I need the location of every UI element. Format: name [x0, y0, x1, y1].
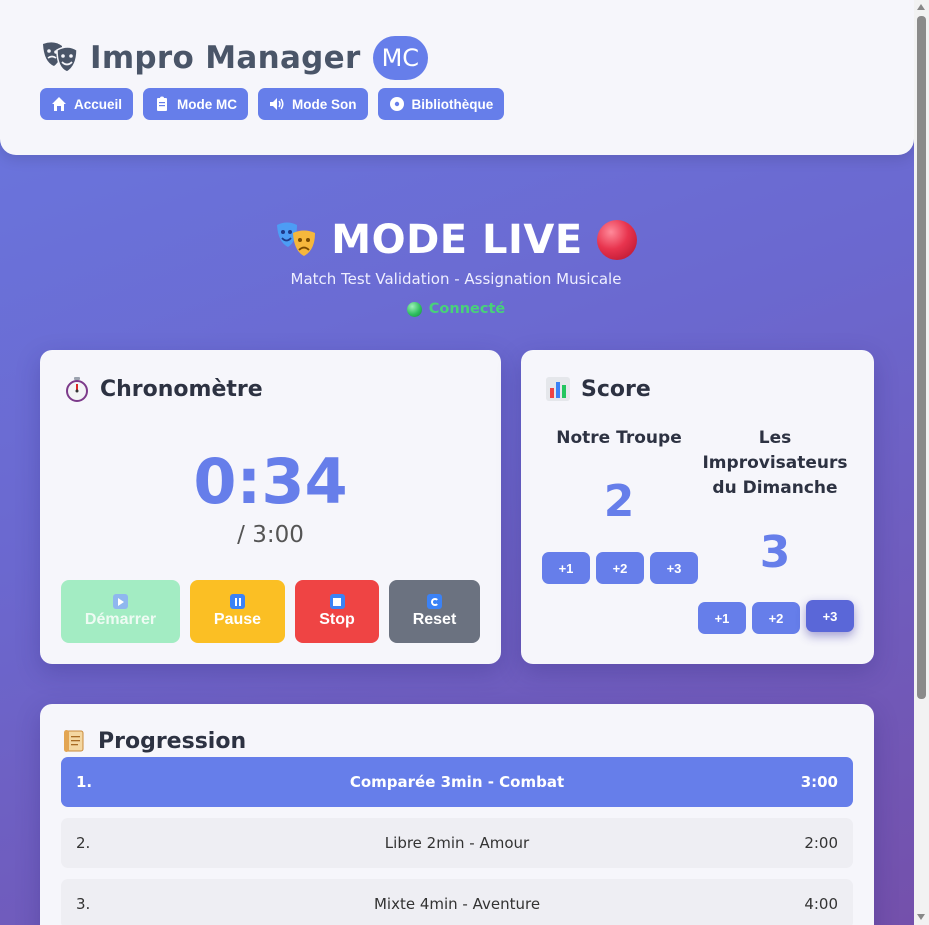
elapsed-time: 0:34 — [193, 445, 348, 518]
team-a-plus-3-button[interactable]: +3 — [650, 552, 698, 584]
chrono-card: Chronomètre 0:34 / 3:00 Démarrer Pause S… — [40, 350, 501, 664]
team-a-plus-1-button[interactable]: +1 — [542, 552, 590, 584]
reset-button[interactable]: Reset — [389, 580, 480, 643]
disc-icon — [389, 97, 404, 111]
nav-mode-mc-button[interactable]: Mode MC — [143, 88, 249, 120]
progression-item[interactable]: 3. Mixte 4min - Aventure 4:00 — [61, 879, 853, 925]
start-button[interactable]: Démarrer — [61, 580, 180, 643]
item-number: 3. — [76, 895, 91, 913]
theater-masks-icon — [277, 222, 316, 256]
clipboard-icon — [157, 96, 168, 111]
team-b-plus-3-button[interactable]: +3 — [806, 600, 854, 632]
reset-label: Reset — [412, 611, 457, 628]
app-header: Impro Manager MC Accueil Mode MC Mode So… — [0, 0, 914, 155]
live-title: MODE LIVE — [331, 217, 583, 263]
connection-label: Connecté — [428, 301, 506, 317]
team-a-points: +1 +2 +3 — [542, 552, 698, 584]
score-title-label: Score — [581, 376, 651, 402]
live-banner: MODE LIVE Match Test Validation - Assign… — [20, 195, 892, 317]
chrono-title-label: Chronomètre — [100, 376, 263, 402]
progression-title-label: Progression — [98, 728, 247, 754]
match-subtitle: Match Test Validation - Assignation Musi… — [290, 270, 622, 288]
stopwatch-icon — [66, 377, 88, 402]
theater-masks-icon — [43, 42, 78, 73]
team-b-score: 3 — [759, 527, 791, 578]
page-scrollbar[interactable] — [914, 0, 929, 925]
item-duration: 4:00 — [804, 895, 838, 913]
score-card: Score Notre Troupe 2 +1 +2 +3 Les Improv… — [521, 350, 874, 664]
stop-label: Stop — [319, 611, 355, 628]
scrollbar-thumb[interactable] — [917, 16, 926, 699]
nav-label: Mode Son — [292, 96, 357, 112]
total-time: / 3:00 — [237, 522, 304, 548]
team-a: Notre Troupe 2 — [541, 426, 697, 527]
nav-mode-son-button[interactable]: Mode Son — [258, 88, 368, 120]
scroll-icon — [64, 730, 84, 752]
item-number: 1. — [76, 773, 93, 791]
pause-icon — [230, 594, 245, 609]
team-b-name: Les Improvisateurs du Dimanche — [702, 428, 848, 498]
connection-status: Connecté — [20, 301, 892, 317]
brand: Impro Manager MC — [40, 36, 429, 80]
bar-chart-icon — [546, 377, 570, 401]
live-title-row: MODE LIVE — [20, 217, 892, 263]
pause-label: Pause — [213, 611, 262, 628]
app-title: Impro Manager — [90, 40, 361, 76]
stop-button[interactable]: Stop — [295, 580, 379, 643]
progression-item[interactable]: 2. Libre 2min - Amour 2:00 — [61, 818, 853, 868]
red-circle-icon — [596, 220, 637, 260]
item-name: Comparée 3min - Combat — [349, 773, 565, 791]
chrono-title: Chronomètre — [64, 376, 263, 402]
team-a-score: 2 — [603, 476, 635, 527]
pause-button[interactable]: Pause — [190, 580, 285, 643]
scroll-down-arrow-icon[interactable] — [917, 914, 925, 920]
team-b-points: +1 +2 +3 — [698, 600, 854, 634]
home-icon — [52, 97, 66, 111]
team-b-plus-1-button[interactable]: +1 — [698, 602, 746, 634]
nav-accueil-button[interactable]: Accueil — [40, 88, 134, 120]
green-circle-icon — [406, 301, 422, 317]
item-duration: 2:00 — [804, 834, 838, 852]
item-duration: 3:00 — [800, 773, 838, 791]
team-a-name: Notre Troupe — [556, 428, 682, 448]
team-a-plus-2-button[interactable]: +2 — [596, 552, 644, 584]
score-title: Score — [545, 376, 651, 402]
nav-label: Bibliothèque — [411, 96, 494, 112]
nav-label: Mode MC — [177, 96, 238, 112]
item-number: 2. — [76, 834, 91, 852]
start-label: Démarrer — [84, 611, 157, 628]
progression-item[interactable]: 1. Comparée 3min - Combat 3:00 — [61, 757, 853, 807]
speaker-icon — [270, 98, 284, 110]
progression-title: Progression — [62, 728, 246, 754]
team-b: Les Improvisateurs du Dimanche 3 — [697, 426, 853, 578]
nav-bibliotheque-button[interactable]: Bibliothèque — [377, 88, 505, 120]
main-nav: Accueil Mode MC Mode Son Bibliothèque — [40, 88, 505, 120]
stop-icon — [329, 594, 345, 609]
progression-card: Progression 1. Comparée 3min - Combat 3:… — [40, 704, 874, 925]
item-name: Libre 2min - Amour — [384, 834, 530, 852]
mode-badge: MC — [372, 36, 429, 80]
play-icon — [113, 594, 128, 609]
refresh-icon — [427, 594, 442, 609]
item-name: Mixte 4min - Aventure — [373, 895, 541, 913]
team-b-plus-2-button[interactable]: +2 — [752, 602, 800, 634]
nav-label: Accueil — [74, 96, 123, 112]
scroll-up-arrow-icon[interactable] — [917, 4, 925, 10]
